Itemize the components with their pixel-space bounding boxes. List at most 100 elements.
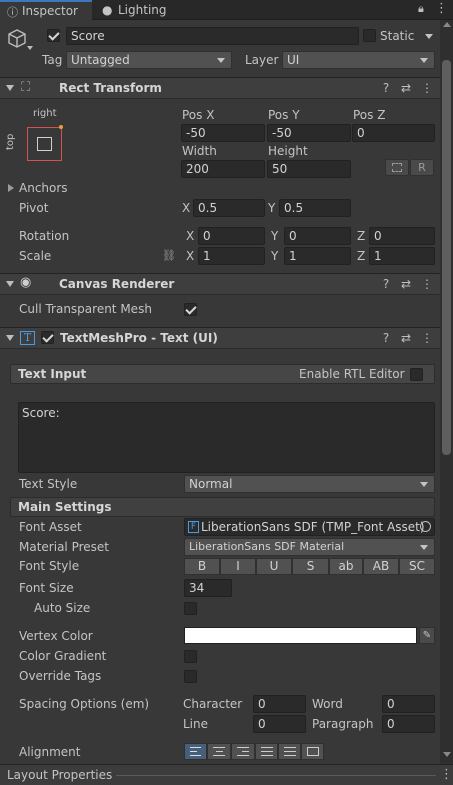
- blueprint-mode-button[interactable]: [385, 159, 409, 176]
- layout-properties-bar[interactable]: Layout Properties ⋮: [0, 764, 453, 785]
- icon-dropdown-arrow[interactable]: [27, 46, 33, 50]
- font-style-uppercase-button[interactable]: AB: [363, 558, 399, 575]
- component-menu-icon[interactable]: ⋮: [420, 81, 434, 95]
- word-spacing-input[interactable]: 0: [382, 695, 435, 713]
- tag-dropdown[interactable]: Untagged: [66, 51, 232, 69]
- foldout-arrow-icon[interactable]: [6, 335, 14, 341]
- text-style-dropdown[interactable]: Normal: [184, 475, 435, 493]
- gameobject-cube-icon[interactable]: [6, 28, 28, 50]
- static-dropdown-arrow[interactable]: [425, 34, 433, 39]
- anchor-presets-button[interactable]: [27, 125, 63, 161]
- material-preset-dropdown[interactable]: LiberationSans SDF Material: [184, 538, 435, 556]
- footer-menu-icon[interactable]: ⋮: [440, 767, 453, 782]
- align-left-button[interactable]: [184, 743, 207, 760]
- anchor-h-label: right: [33, 108, 57, 119]
- eyedropper-icon[interactable]: ✎: [419, 627, 435, 644]
- lock-icon[interactable]: 🔒︎: [418, 2, 424, 16]
- gameobject-name-input[interactable]: Score: [66, 27, 359, 45]
- blueprint-icon: [392, 163, 402, 172]
- color-gradient-checkbox[interactable]: [184, 650, 197, 663]
- width-input[interactable]: 200: [181, 160, 265, 178]
- pivot-y-input[interactable]: 0.5: [279, 199, 351, 217]
- align-geometry-center-button[interactable]: [301, 743, 324, 760]
- kebab-menu-icon[interactable]: ⋮: [435, 1, 448, 16]
- posy-input[interactable]: -50: [267, 124, 351, 142]
- line-spacing-label: Line: [183, 717, 209, 731]
- cull-transparent-mesh-checkbox[interactable]: [184, 303, 197, 316]
- scroll-down-arrow[interactable]: [443, 752, 451, 757]
- foldout-arrow-icon[interactable]: [6, 281, 14, 287]
- scroll-up-arrow[interactable]: [443, 22, 451, 27]
- rect-transform-header[interactable]: ⛶ Rect Transform ? ⇄ ⋮: [0, 77, 440, 99]
- tab-inspector[interactable]: ⓘ Inspector: [0, 0, 92, 20]
- presets-icon[interactable]: ⇄: [399, 331, 413, 345]
- word-spacing-label: Word: [312, 697, 343, 711]
- text-input-area[interactable]: Score:: [18, 402, 435, 473]
- scale-x-label: X: [186, 249, 195, 263]
- active-checkbox[interactable]: [47, 29, 60, 42]
- help-icon[interactable]: ?: [379, 277, 393, 291]
- layer-dropdown[interactable]: UI: [282, 51, 435, 69]
- align-right-button[interactable]: [231, 743, 255, 760]
- spacing-options-label: Spacing Options (em): [19, 697, 150, 711]
- pivot-y-label: Y: [268, 201, 276, 215]
- paragraph-spacing-input[interactable]: 0: [382, 715, 435, 733]
- font-style-strikethrough-button[interactable]: S: [292, 558, 329, 575]
- override-tags-checkbox[interactable]: [184, 670, 197, 683]
- presets-icon[interactable]: ⇄: [399, 81, 413, 95]
- rot-z-label: Z: [357, 229, 366, 243]
- pivot-x-input[interactable]: 0.5: [193, 199, 265, 217]
- help-icon[interactable]: ?: [379, 81, 393, 95]
- font-style-italic-button[interactable]: I: [220, 558, 256, 575]
- raw-edit-button[interactable]: R: [410, 159, 434, 176]
- vertex-color-swatch[interactable]: [184, 627, 417, 644]
- canvas-renderer-title: Canvas Renderer: [59, 277, 175, 291]
- character-spacing-input[interactable]: 0: [253, 695, 306, 713]
- pivot-x-label: X: [182, 201, 191, 215]
- tab-lighting[interactable]: ● Lighting: [96, 0, 176, 20]
- font-style-bold-button[interactable]: B: [184, 558, 220, 575]
- font-style-lowercase-button[interactable]: ab: [329, 558, 363, 575]
- presets-icon[interactable]: ⇄: [399, 277, 413, 291]
- rotation-z-input[interactable]: 0: [369, 227, 435, 245]
- static-checkbox[interactable]: [363, 29, 376, 42]
- scrollbar-thumb[interactable]: [442, 60, 451, 455]
- font-size-input[interactable]: 34: [184, 579, 232, 597]
- component-menu-icon[interactable]: ⋮: [420, 331, 434, 345]
- align-center-button[interactable]: [207, 743, 231, 760]
- rotation-y-input[interactable]: 0: [284, 227, 351, 245]
- align-justified-button[interactable]: [255, 743, 278, 760]
- scale-z-label: Z: [357, 249, 366, 263]
- anchors-foldout-icon[interactable]: [8, 184, 14, 192]
- font-style-underline-button[interactable]: U: [256, 558, 292, 575]
- foldout-arrow-icon[interactable]: [6, 85, 14, 91]
- eye-icon: ◉: [20, 275, 32, 290]
- constrain-proportions-link-icon[interactable]: ⛓︎: [162, 249, 176, 262]
- font-asset-field[interactable]: F LiberationSans SDF (TMP_Font Asset): [184, 518, 435, 536]
- auto-size-checkbox[interactable]: [184, 602, 197, 615]
- scale-x-input[interactable]: 1: [198, 247, 265, 265]
- object-picker-icon[interactable]: [420, 521, 431, 532]
- textmeshpro-enabled-checkbox[interactable]: [41, 331, 54, 344]
- textmeshpro-header[interactable]: T TextMeshPro - Text (UI) ? ⇄ ⋮: [0, 327, 440, 349]
- rotation-x-input[interactable]: 0: [198, 227, 265, 245]
- align-justified-icon: [261, 747, 273, 756]
- help-icon[interactable]: ?: [379, 331, 393, 345]
- line-spacing-input[interactable]: 0: [253, 715, 306, 733]
- scale-z-input[interactable]: 1: [369, 247, 435, 265]
- anchors-label[interactable]: Anchors: [19, 181, 68, 195]
- canvas-renderer-header[interactable]: ◉ Canvas Renderer ? ⇄ ⋮: [0, 273, 440, 295]
- posx-input[interactable]: -50: [181, 124, 265, 142]
- posz-input[interactable]: 0: [352, 124, 435, 142]
- font-style-smallcaps-button[interactable]: SC: [399, 558, 435, 575]
- height-label: Height: [268, 144, 308, 158]
- align-flush-button[interactable]: [278, 743, 301, 760]
- scale-y-input[interactable]: 1: [284, 247, 351, 265]
- font-style-label: Font Style: [19, 559, 80, 573]
- component-menu-icon[interactable]: ⋮: [420, 277, 434, 291]
- height-input[interactable]: 50: [267, 160, 351, 178]
- color-gradient-label: Color Gradient: [19, 649, 107, 663]
- posz-label: Pos Z: [353, 108, 386, 122]
- enable-rtl-checkbox[interactable]: [410, 368, 423, 381]
- character-spacing-label: Character: [183, 697, 243, 711]
